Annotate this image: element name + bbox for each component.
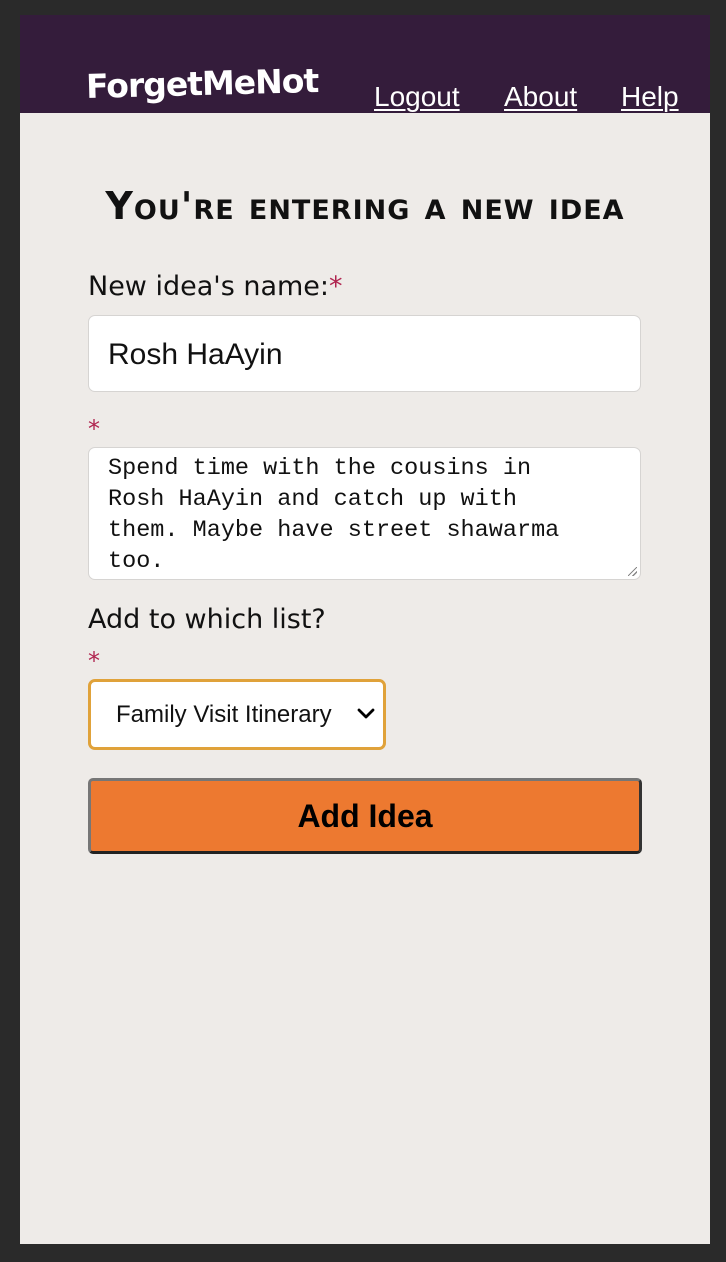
app-frame: ForgetMeNot Logout About Help You're ent… [20, 15, 710, 1244]
idea-name-label: New idea's name:* [88, 273, 343, 300]
logout-link[interactable]: Logout [374, 83, 460, 111]
add-idea-button[interactable]: Add Idea [88, 778, 642, 854]
list-select-value: Family Visit Itinerary [116, 701, 332, 728]
description-text: Spend time with the cousins in Rosh HaAy… [108, 455, 560, 575]
chevron-down-icon [357, 708, 375, 719]
page-title: You're entering a new idea [105, 184, 625, 228]
idea-name-input[interactable]: Rosh HaAyin [88, 315, 641, 392]
resize-grip-icon[interactable] [628, 567, 637, 576]
app-logo[interactable]: ForgetMeNot [86, 61, 319, 106]
header-bar: ForgetMeNot Logout About Help [20, 15, 710, 113]
about-link[interactable]: About [504, 83, 577, 111]
required-marker: * [329, 271, 343, 302]
list-label: Add to which list? [88, 604, 326, 635]
help-link[interactable]: Help [621, 83, 679, 111]
idea-name-label-text: New idea's name: [88, 271, 330, 302]
list-required-marker: * [88, 647, 100, 675]
description-required-marker: * [88, 415, 100, 443]
list-select[interactable]: Family Visit Itinerary [88, 679, 386, 750]
idea-description-textarea[interactable]: Spend time with the cousins in Rosh HaAy… [88, 447, 641, 580]
